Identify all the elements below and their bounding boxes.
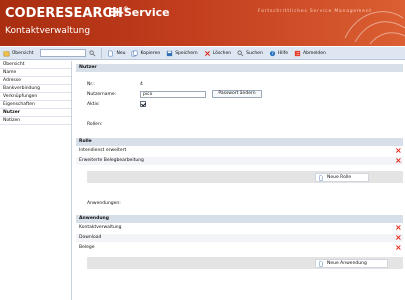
sidebar-item-bank-connection[interactable]: Bankverbindung [0,85,71,93]
service-title: El-Service [108,6,170,19]
save-icon [167,50,173,56]
application-name: Download [79,235,102,240]
section-title: Nutzer [76,64,403,72]
username-label: Nutzername: [87,92,117,97]
applications-label: Anwendungen: [87,201,121,206]
copy-icon [132,50,138,56]
nr-label: Nr.: [87,82,95,87]
role-name: Erweiterte Belegbearbeitung [79,158,144,163]
search-icon [237,50,244,56]
overview-label: Übersicht [12,50,34,56]
new-role-button[interactable]: Neue Rolle [315,173,369,182]
new-application-button[interactable]: Neue Anwendung [315,259,388,268]
logout-button[interactable]: Abmelden [291,47,329,59]
delete-button[interactable]: Löschen [201,47,234,59]
sidebar-navigation: Übersicht Name Adresse Bankverbindung Ve… [0,61,72,300]
role-row: Intendienst erweitert × [76,147,403,155]
search-icon [89,50,96,56]
overview-icon [3,50,10,56]
delete-application-icon[interactable]: × [395,244,402,252]
application-row: Belege × [76,244,403,252]
application-name: Belege [79,245,95,250]
roles-label: Rollen: [87,122,103,127]
app-subtitle: Kontaktverwaltung [5,26,91,36]
help-icon: ? [269,50,275,57]
copy-label: Kopieren [140,50,161,56]
new-button[interactable]: Neu [104,47,128,59]
save-label: Speichern [175,50,198,56]
applications-table-header: Anwendung [76,215,403,223]
delete-application-icon[interactable]: × [395,224,402,232]
search-label: Suchen [246,50,263,56]
search-field-button[interactable] [86,47,99,59]
delete-role-icon[interactable]: × [395,147,402,155]
logout-label: Abmelden [303,50,326,56]
change-password-button[interactable]: Passwort ändern [212,90,262,98]
decorative-swirl-icon [344,11,405,45]
help-label: Hilfe [277,50,289,56]
sidebar-item-users[interactable]: Nutzer [0,109,71,117]
application-name: Kontaktverwaltung [79,225,122,230]
role-row: Erweiterte Belegbearbeitung × [76,157,403,165]
sidebar-item-name[interactable]: Name [0,69,71,77]
sidebar-item-properties[interactable]: Eigenschaften [0,101,71,109]
sidebar-item-notes[interactable]: Notizen [0,117,71,125]
sidebar-item-overview[interactable]: Übersicht [0,61,71,69]
sidebar-item-address[interactable]: Adresse [0,77,71,85]
save-button[interactable]: Speichern [163,47,200,59]
search-button[interactable]: Suchen [234,47,266,59]
toolbar-separator [101,48,103,58]
role-name: Intendienst erweitert [79,148,127,153]
header-tagline: Fortschrittliches Service Management [258,9,372,14]
add-document-icon [319,175,323,181]
delete-role-icon[interactable]: × [395,157,402,165]
delete-icon [204,50,210,56]
application-row: Kontaktverwaltung × [76,224,403,232]
new-application-label: Neue Anwendung [327,261,367,266]
delete-label: Löschen [212,50,232,56]
logout-icon [294,50,301,56]
user-detail-panel: Nutzer Nr.: 4 Nutzername: pico Passwort … [73,61,405,300]
copy-button[interactable]: Kopieren [128,47,163,59]
main-toolbar: Übersicht Neu Kopieren Speichern Löschen… [0,46,405,60]
toolbar-search-input[interactable] [40,49,87,57]
username-input[interactable]: pico [140,91,206,98]
brand-name: CODERESEARCH [5,6,123,21]
nr-value: 4 [140,82,143,87]
overview-button[interactable]: Übersicht [0,47,36,59]
sidebar-item-links[interactable]: Verknüpfungen [0,93,71,101]
active-label: Aktiv: [87,102,100,107]
application-row: Download × [76,234,403,242]
app-window: CODERESEARCH® El-Service Kontaktverwaltu… [0,0,405,300]
roles-table-header: Rolle [76,138,403,146]
app-header: CODERESEARCH® El-Service Kontaktverwaltu… [0,0,405,46]
new-role-label: Neue Rolle [327,175,352,180]
new-document-icon [108,50,113,56]
delete-application-icon[interactable]: × [395,234,402,242]
help-button[interactable]: ? Hilfe [266,47,291,59]
new-label: Neu [116,50,126,56]
active-checkbox[interactable] [140,101,146,107]
add-document-icon [319,261,323,267]
